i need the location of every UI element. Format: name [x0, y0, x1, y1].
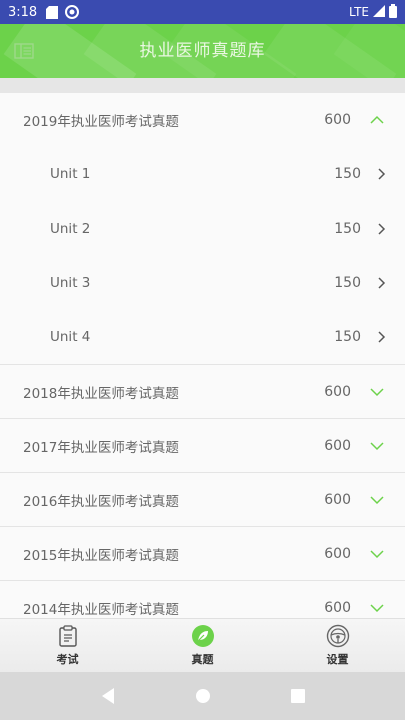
nav-label-settings: 设置 — [326, 653, 349, 666]
status-bar: 3:18 LTE — [0, 0, 405, 24]
nav-tab-settings[interactable]: 设置 — [270, 619, 405, 672]
back-icon[interactable] — [97, 685, 119, 707]
app-bar: 执业医师真题库 — [0, 24, 405, 78]
unit-count: 150 — [334, 275, 361, 292]
battery-icon — [389, 3, 397, 21]
group-count: 600 — [324, 437, 351, 454]
chevron-down-icon — [369, 438, 385, 454]
group-count: 600 — [324, 383, 351, 400]
unit-label: Unit 3 — [50, 275, 91, 292]
home-icon[interactable] — [192, 685, 214, 707]
chevron-down-icon — [369, 600, 385, 616]
chevron-down-icon — [369, 546, 385, 562]
exam-icon — [56, 624, 80, 648]
nav-tab-real-questions[interactable]: 真题 — [135, 619, 270, 672]
group-header-2019[interactable]: 2019年执业医师考试真题 600 — [0, 93, 405, 147]
chevron-right-icon — [373, 329, 389, 345]
system-nav-bar — [0, 672, 405, 720]
chevron-right-icon — [373, 166, 389, 182]
page-title: 执业医师真题库 — [139, 41, 266, 61]
group-count: 600 — [324, 491, 351, 508]
group-header-2018[interactable]: 2018年执业医师考试真题 600 — [0, 365, 405, 419]
group-count: 600 — [324, 545, 351, 562]
unit-count: 150 — [334, 329, 361, 346]
group-title: 2014年执业医师考试真题 — [23, 601, 179, 618]
unit-label: Unit 1 — [50, 166, 91, 183]
group-title: 2015年执业医师考试真题 — [23, 547, 179, 564]
group-count: 600 — [324, 112, 351, 128]
unit-count: 150 — [334, 166, 361, 183]
chevron-down-icon — [369, 384, 385, 400]
unit-row-2[interactable]: Unit 2 150 — [0, 201, 405, 256]
sync-icon — [65, 5, 80, 19]
unit-label: Unit 2 — [50, 220, 91, 237]
chevron-right-icon — [373, 275, 389, 291]
group-count: 600 — [324, 599, 351, 616]
bottom-nav: 考试 真题 设置 — [0, 618, 405, 672]
unit-label: Unit 4 — [50, 329, 91, 346]
divider-strip — [0, 78, 405, 93]
group-header-2015[interactable]: 2015年执业医师考试真题 600 — [0, 527, 405, 581]
nav-tab-exam[interactable]: 考试 — [0, 619, 135, 672]
unit-row-3[interactable]: Unit 3 150 — [0, 256, 405, 311]
nav-label-exam: 考试 — [56, 653, 79, 666]
status-right: LTE — [349, 3, 397, 21]
exam-year-list[interactable]: 2019年执业医师考试真题 600 Unit 1 150 Unit 2 150 … — [0, 93, 405, 618]
signal-icon — [373, 4, 385, 20]
unit-row-4[interactable]: Unit 4 150 — [0, 310, 405, 365]
group-title: 2019年执业医师考试真题 — [23, 114, 179, 130]
group-title: 2017年执业医师考试真题 — [23, 439, 179, 456]
group-header-2017[interactable]: 2017年执业医师考试真题 600 — [0, 419, 405, 473]
group-title: 2016年执业医师考试真题 — [23, 493, 179, 510]
unit-row-1[interactable]: Unit 1 150 — [0, 147, 405, 202]
network-type: LTE — [349, 5, 369, 19]
group-title: 2018年执业医师考试真题 — [23, 385, 179, 402]
group-header-2014[interactable]: 2014年执业医师考试真题 600 — [0, 581, 405, 618]
sd-card-icon — [45, 5, 59, 19]
nav-label-real-questions: 真题 — [191, 653, 214, 666]
steering-wheel-icon — [326, 624, 350, 648]
chevron-right-icon — [373, 221, 389, 237]
recents-icon[interactable] — [287, 685, 309, 707]
group-header-2016[interactable]: 2016年执业医师考试真题 600 — [0, 473, 405, 527]
status-time: 3:18 — [8, 4, 38, 20]
unit-count: 150 — [334, 220, 361, 237]
chevron-down-icon — [369, 492, 385, 508]
leaf-icon — [191, 624, 215, 648]
chevron-up-icon — [369, 112, 385, 128]
